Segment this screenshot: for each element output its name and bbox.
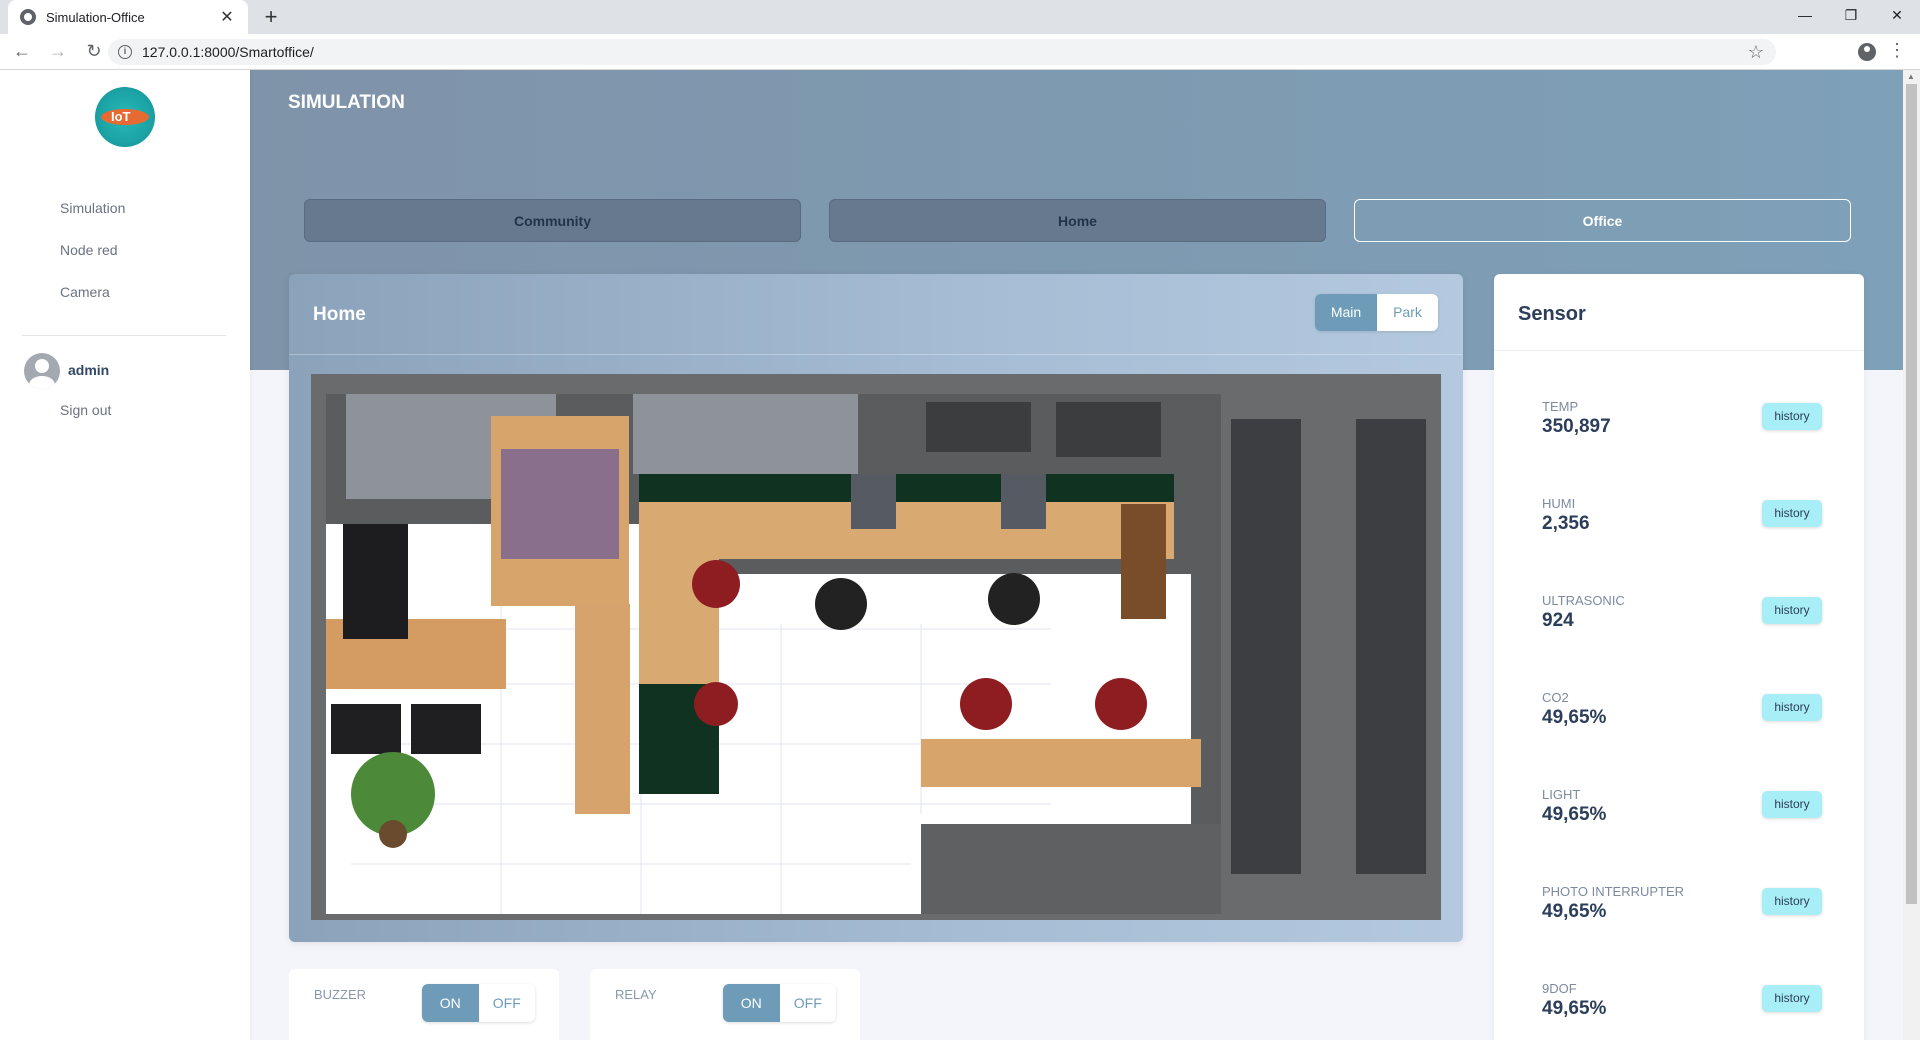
history-button[interactable]: history xyxy=(1762,403,1822,430)
buzzer-toggle: ON OFF xyxy=(422,984,535,1022)
relay-on-button[interactable]: ON xyxy=(723,984,780,1022)
sensor-card: Sensor TEMP 350,897 history HUMI 2,356 h… xyxy=(1494,274,1864,1040)
sidebar-item-simulation[interactable]: Simulation xyxy=(60,200,125,242)
forward-icon[interactable]: → xyxy=(44,41,72,62)
scroll-up-icon[interactable]: ▲ xyxy=(1907,72,1915,81)
sensor-row-humi: HUMI 2,356 history xyxy=(1542,496,1822,546)
minimize-icon[interactable]: — xyxy=(1782,0,1828,30)
sensor-name: 9DOF xyxy=(1542,981,1577,996)
nav-button-community[interactable]: Community xyxy=(304,199,801,242)
user-avatar-icon xyxy=(24,353,60,389)
back-icon[interactable]: ← xyxy=(8,41,36,62)
buzzer-control: BUZZER ON OFF xyxy=(289,969,559,1040)
sensor-value: 924 xyxy=(1542,610,1574,631)
card-divider xyxy=(289,354,1463,355)
sensor-value: 350,897 xyxy=(1542,416,1611,437)
sensor-name: CO2 xyxy=(1542,690,1569,705)
globe-icon xyxy=(20,9,36,25)
office-floorplan-image[interactable] xyxy=(311,374,1441,920)
sensor-name: ULTRASONIC xyxy=(1542,593,1625,608)
tab-title: Simulation-Office xyxy=(46,9,145,25)
buzzer-label: BUZZER xyxy=(314,987,366,1002)
page-scrollbar[interactable]: ▲ xyxy=(1903,70,1920,1040)
browser-tab[interactable]: Simulation-Office ✕ xyxy=(8,0,248,34)
view-park-button[interactable]: Park xyxy=(1377,294,1438,331)
sensor-name: PHOTO INTERRUPTER xyxy=(1542,884,1685,899)
relay-control: RELAY ON OFF xyxy=(590,969,860,1040)
page-title: SIMULATION xyxy=(288,92,405,113)
info-icon[interactable]: i xyxy=(118,45,132,59)
sensor-value: 49,65% xyxy=(1542,804,1607,825)
signout-link[interactable]: Sign out xyxy=(60,402,111,418)
sensor-title: Sensor xyxy=(1518,303,1586,325)
sidebar-divider xyxy=(22,335,226,336)
relay-toggle: ON OFF xyxy=(723,984,836,1022)
sensor-name: LIGHT xyxy=(1542,787,1581,802)
menu-icon[interactable]: ⋮ xyxy=(1888,40,1906,61)
buzzer-off-button[interactable]: OFF xyxy=(478,984,535,1022)
history-button[interactable]: history xyxy=(1762,985,1822,1012)
sensor-row-9dof: 9DOF 49,65% history xyxy=(1542,981,1822,1031)
reload-icon[interactable]: ↻ xyxy=(80,41,108,62)
sidebar-menu: Simulation Node red Camera xyxy=(60,200,125,326)
url-field[interactable]: i 127.0.0.1:8000/Smartoffice/ ☆ xyxy=(108,39,1776,65)
history-button[interactable]: history xyxy=(1762,597,1822,624)
page-viewport: Simulation Node red Camera admin Sign ou… xyxy=(0,70,1920,1040)
sidebar-item-node-red[interactable]: Node red xyxy=(60,242,125,284)
history-button[interactable]: history xyxy=(1762,500,1822,527)
nav-button-office[interactable]: Office xyxy=(1354,199,1851,242)
sensor-row-temp: TEMP 350,897 history xyxy=(1542,399,1822,449)
sensor-row-photo-interrupter: PHOTO INTERRUPTER 49,65% history xyxy=(1542,884,1822,934)
sidebar: Simulation Node red Camera admin Sign ou… xyxy=(0,70,250,1040)
url-text[interactable]: 127.0.0.1:8000/Smartoffice/ xyxy=(142,44,1748,60)
history-button[interactable]: history xyxy=(1762,694,1822,721)
sensor-value: 49,65% xyxy=(1542,998,1607,1019)
scroll-thumb[interactable] xyxy=(1906,84,1917,904)
address-bar: ← → ↻ i 127.0.0.1:8000/Smartoffice/ ☆ ⋮ xyxy=(0,34,1920,70)
relay-off-button[interactable]: OFF xyxy=(779,984,836,1022)
sensor-name: TEMP xyxy=(1542,399,1579,414)
sensor-value: 49,65% xyxy=(1542,707,1607,728)
browser-tabbar: Simulation-Office ✕ + — ❐ ✕ xyxy=(0,0,1920,34)
history-button[interactable]: history xyxy=(1762,888,1822,915)
view-main-button[interactable]: Main xyxy=(1315,294,1377,331)
account-icon[interactable] xyxy=(1858,43,1876,61)
sensor-row-ultrasonic: ULTRASONIC 924 history xyxy=(1542,593,1822,643)
sensor-row-co2: CO2 49,65% history xyxy=(1542,690,1822,740)
card-title: Home xyxy=(313,304,366,325)
history-button[interactable]: history xyxy=(1762,791,1822,818)
restore-icon[interactable]: ❐ xyxy=(1828,0,1874,30)
star-icon[interactable]: ☆ xyxy=(1748,42,1764,63)
sensor-value: 2,356 xyxy=(1542,513,1590,534)
user-name: admin xyxy=(68,362,110,378)
sensor-name: HUMI xyxy=(1542,496,1576,511)
sensor-value: 49,65% xyxy=(1542,901,1607,922)
buzzer-on-button[interactable]: ON xyxy=(422,984,479,1022)
plus-icon[interactable]: + xyxy=(258,4,284,30)
sensor-row-light: LIGHT 49,65% history xyxy=(1542,787,1822,837)
sensor-divider xyxy=(1494,350,1864,351)
nav-button-home[interactable]: Home xyxy=(829,199,1326,242)
close-icon[interactable]: ✕ xyxy=(218,7,236,27)
view-toggle: Main Park xyxy=(1315,294,1438,331)
sidebar-item-camera[interactable]: Camera xyxy=(60,284,125,326)
relay-label: RELAY xyxy=(615,987,657,1002)
logo[interactable] xyxy=(95,87,155,147)
window-controls: — ❐ ✕ xyxy=(1782,0,1920,30)
window-close-icon[interactable]: ✕ xyxy=(1874,0,1920,30)
simulation-card: Home Main Park xyxy=(289,274,1463,942)
